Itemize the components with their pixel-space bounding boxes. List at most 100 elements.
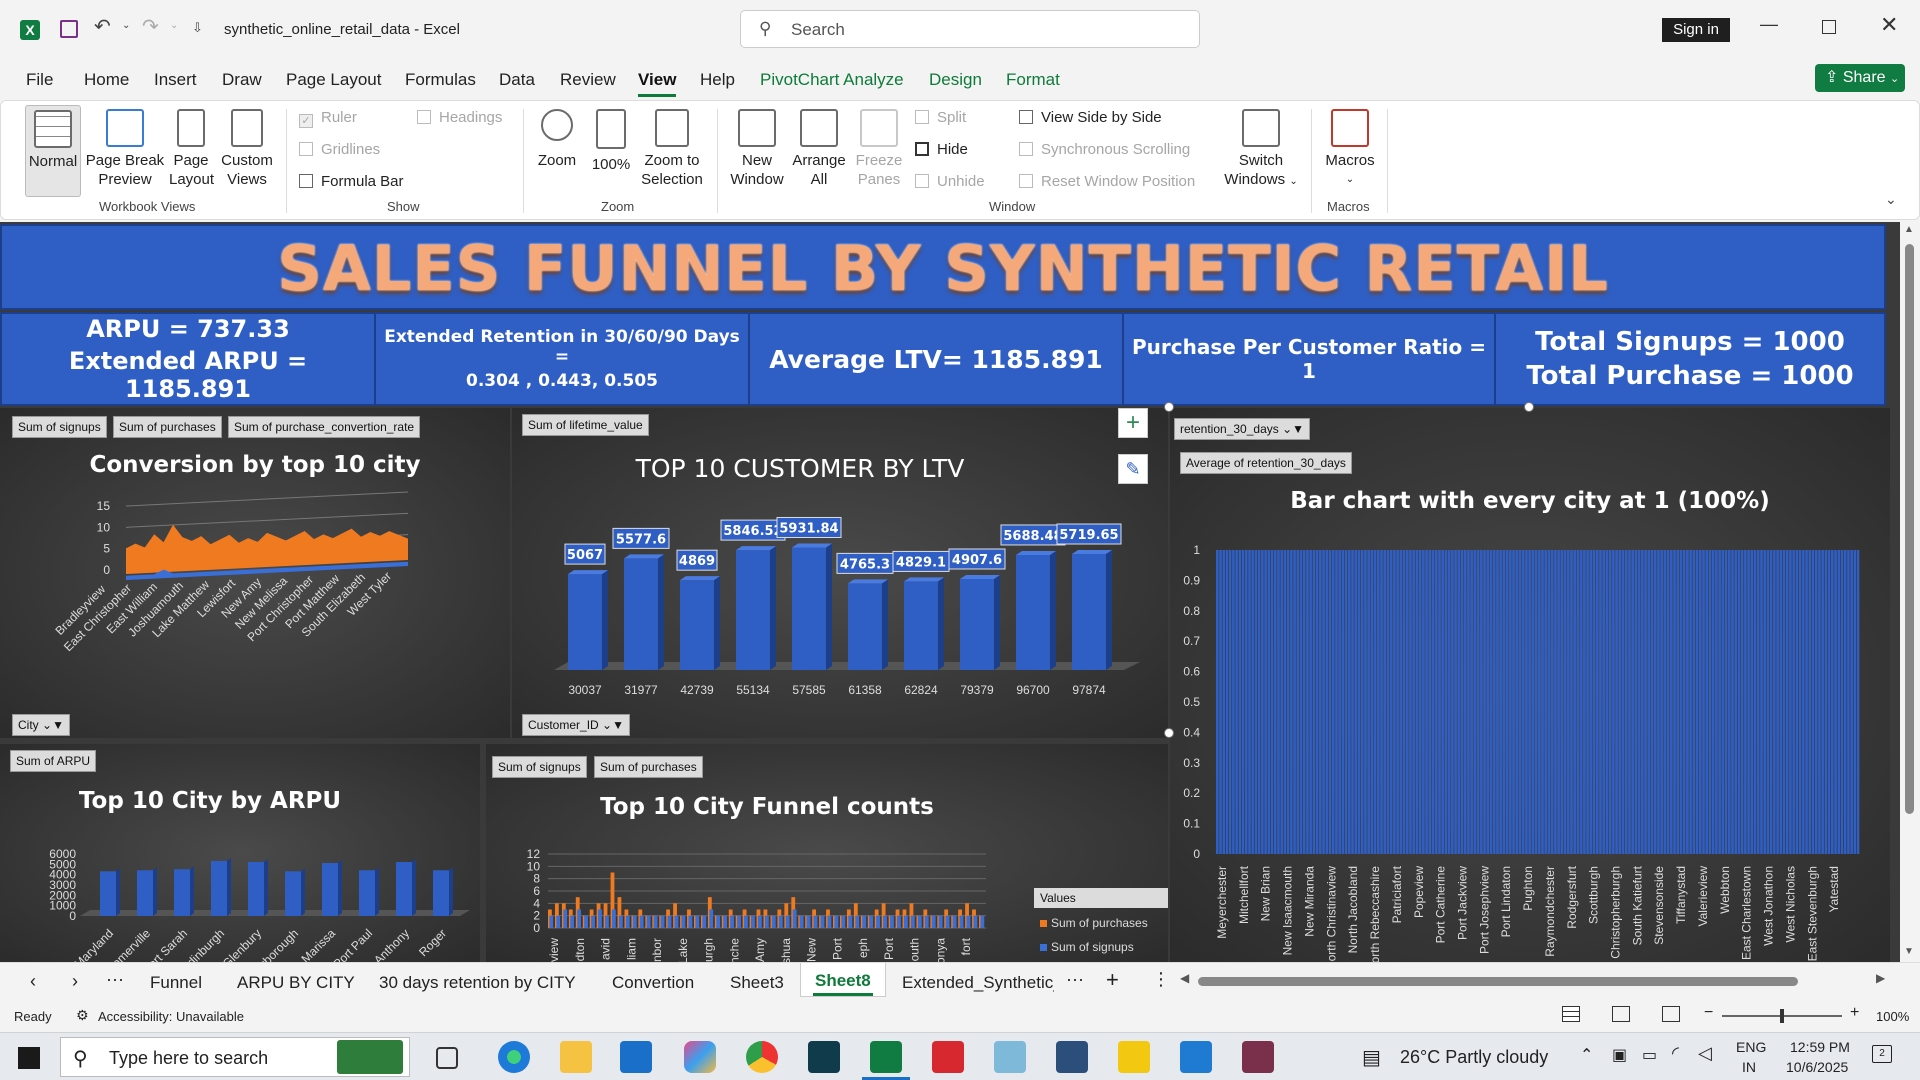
- page-layout-button[interactable]: Page Layout: [169, 109, 214, 189]
- language-code[interactable]: ENG: [1736, 1039, 1766, 1055]
- sheet-tab-retention[interactable]: 30 days retention by CITY: [379, 973, 576, 993]
- clock-time[interactable]: 12:59 PM: [1790, 1039, 1850, 1055]
- chart-selection-handle[interactable]: [1524, 402, 1534, 412]
- city-filter-chip[interactable]: City ⌄▼: [12, 714, 70, 736]
- macros-button[interactable]: Macros ⌄: [1319, 109, 1381, 189]
- hide-button[interactable]: Hide: [915, 141, 968, 158]
- windows-start-icon[interactable]: [18, 1047, 40, 1069]
- wifi-icon[interactable]: ◜: [1672, 1043, 1679, 1064]
- retention-chart[interactable]: retention_30_days ⌄▼ Average of retentio…: [1170, 408, 1890, 962]
- tab-insert[interactable]: Insert: [154, 70, 197, 90]
- file-explorer-icon[interactable]: [560, 1041, 592, 1073]
- battery-icon[interactable]: ▭: [1642, 1045, 1657, 1065]
- weather-text[interactable]: 26°C Partly cloudy: [1400, 1047, 1548, 1068]
- ruler-checkbox[interactable]: ✓ Ruler: [299, 109, 357, 128]
- language-region[interactable]: IN: [1742, 1059, 1756, 1075]
- page-break-preview-button[interactable]: Page Break Preview: [85, 109, 165, 189]
- scroll-tabs-left-icon[interactable]: ‹: [30, 971, 36, 992]
- customize-qat-icon[interactable]: ⇩: [192, 20, 203, 36]
- copilot-icon[interactable]: [684, 1041, 716, 1073]
- app-icon[interactable]: [1056, 1041, 1088, 1073]
- scrollbar-thumb[interactable]: [1905, 244, 1914, 814]
- zoom-level[interactable]: 100%: [1876, 1009, 1909, 1024]
- conversion-chart[interactable]: Sum of signups Sum of purchases Sum of p…: [0, 408, 510, 738]
- ltv-chart[interactable]: Sum of lifetime_value TOP 10 CUSTOMER BY…: [512, 408, 1168, 738]
- headings-checkbox[interactable]: Headings: [417, 109, 502, 126]
- vscode-icon[interactable]: [1180, 1041, 1212, 1073]
- redo-dropdown-icon[interactable]: ⌄: [170, 20, 178, 31]
- share-button[interactable]: ⇪ Share ⌄: [1815, 64, 1905, 92]
- tab-options-icon[interactable]: ⋮: [1152, 969, 1170, 990]
- edge-icon[interactable]: [498, 1041, 530, 1073]
- synchronous-scrolling-button[interactable]: Synchronous Scrolling: [1019, 141, 1190, 158]
- chrome-icon[interactable]: [746, 1041, 778, 1073]
- tab-data[interactable]: Data: [499, 70, 535, 90]
- new-window-button[interactable]: New Window: [729, 109, 785, 189]
- winrar-icon[interactable]: [1242, 1041, 1274, 1073]
- add-sheet-icon[interactable]: +: [1106, 967, 1119, 993]
- excel-taskbar-icon[interactable]: [870, 1041, 902, 1073]
- weather-icon[interactable]: ▤: [1362, 1045, 1381, 1070]
- scroll-left-icon[interactable]: ◀: [1180, 971, 1189, 985]
- scroll-up-icon[interactable]: ▲: [1904, 224, 1914, 235]
- arrange-all-button[interactable]: Arrange All: [791, 109, 847, 189]
- restore-button[interactable]: [1822, 20, 1836, 34]
- tab-pivotchart-analyze[interactable]: PivotChart Analyze: [760, 70, 904, 90]
- collapse-ribbon-icon[interactable]: ⌄: [1885, 191, 1897, 208]
- normal-view-status-icon[interactable]: [1562, 1006, 1580, 1022]
- sheet-tab-funnel[interactable]: Funnel: [150, 973, 202, 993]
- tray-icon[interactable]: ▣: [1612, 1045, 1627, 1065]
- chart-styles-brush-button[interactable]: ✎: [1118, 454, 1148, 484]
- search-box[interactable]: ⚲ Search: [740, 10, 1200, 48]
- zoom-100-button[interactable]: 100%: [589, 109, 633, 174]
- undo-dropdown-icon[interactable]: ⌄: [122, 20, 130, 31]
- zoom-button[interactable]: Zoom: [533, 109, 581, 170]
- volume-icon[interactable]: ◁: [1698, 1043, 1712, 1064]
- accessibility-status[interactable]: Accessibility: Unavailable: [98, 1009, 244, 1024]
- more-tabs-icon[interactable]: ···: [106, 969, 124, 990]
- view-side-by-side-button[interactable]: View Side by Side: [1019, 109, 1162, 126]
- zoom-slider[interactable]: [1722, 1009, 1842, 1023]
- gridlines-checkbox[interactable]: Gridlines: [299, 141, 380, 158]
- scroll-down-icon[interactable]: ▼: [1904, 946, 1914, 957]
- sign-in-button[interactable]: Sign in: [1662, 18, 1730, 42]
- app-icon[interactable]: [808, 1041, 840, 1073]
- outlook-icon[interactable]: [620, 1041, 652, 1073]
- page-break-status-icon[interactable]: [1662, 1006, 1680, 1022]
- zoom-out-icon[interactable]: −: [1704, 1004, 1713, 1022]
- tab-design[interactable]: Design: [929, 70, 982, 90]
- sheet-tab-extended[interactable]: Extended_Synthetic_: [902, 973, 1054, 993]
- zoom-to-selection-button[interactable]: Zoom to Selection: [637, 109, 707, 189]
- normal-view-button[interactable]: Normal: [25, 105, 81, 197]
- page-layout-status-icon[interactable]: [1612, 1006, 1630, 1022]
- minimize-button[interactable]: —: [1760, 14, 1778, 35]
- tab-view[interactable]: View: [638, 70, 676, 90]
- hscrollbar-thumb[interactable]: [1198, 977, 1798, 986]
- close-button[interactable]: ✕: [1880, 12, 1898, 38]
- acrobat-icon[interactable]: [932, 1041, 964, 1073]
- customer-id-filter-chip[interactable]: Customer_ID ⌄▼: [522, 714, 630, 736]
- tab-page-layout[interactable]: Page Layout: [286, 70, 381, 90]
- arpu-chart[interactable]: Sum of ARPU Top 10 City by ARPU 6000 5000…: [0, 744, 480, 962]
- scroll-right-icon[interactable]: ▶: [1876, 971, 1885, 985]
- zoom-in-icon[interactable]: +: [1850, 1004, 1859, 1022]
- sheet-tab-sheet8-active[interactable]: Sheet8: [800, 963, 886, 997]
- sheet-tab-sheet3[interactable]: Sheet3: [730, 973, 784, 993]
- undo-icon[interactable]: ↶: [94, 14, 111, 39]
- formula-bar-checkbox[interactable]: Formula Bar: [299, 173, 404, 190]
- scroll-tabs-right-icon[interactable]: ›: [72, 971, 78, 992]
- tab-home[interactable]: Home: [84, 70, 129, 90]
- freeze-panes-button[interactable]: Freeze Panes: [851, 109, 907, 189]
- chart-selection-handle[interactable]: [1164, 402, 1174, 412]
- notification-icon[interactable]: 2: [1872, 1045, 1892, 1063]
- tab-draw[interactable]: Draw: [222, 70, 262, 90]
- taskbar-search-box[interactable]: ⚲ Type here to search: [60, 1037, 410, 1077]
- tab-formulas[interactable]: Formulas: [405, 70, 476, 90]
- custom-views-button[interactable]: Custom Views: [219, 109, 275, 189]
- task-view-icon[interactable]: [436, 1047, 458, 1069]
- app-icon[interactable]: [994, 1041, 1026, 1073]
- switch-windows-button[interactable]: Switch Windows ⌄: [1221, 109, 1301, 191]
- sheet-tab-arpu-by-city[interactable]: ARPU BY CITY: [237, 973, 355, 993]
- tab-help[interactable]: Help: [700, 70, 735, 90]
- add-chart-element-button[interactable]: +: [1118, 408, 1148, 438]
